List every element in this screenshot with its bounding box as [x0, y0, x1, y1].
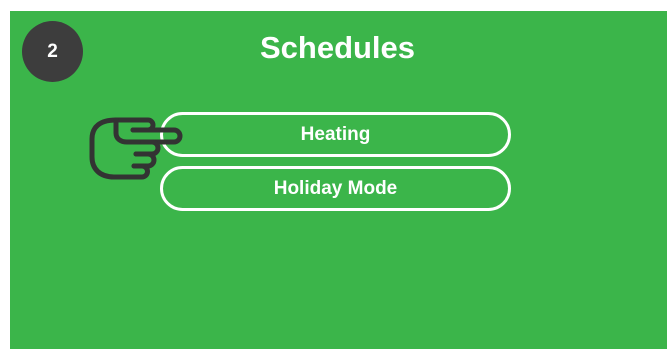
pointing-hand-icon [89, 117, 183, 180]
heating-button[interactable]: Heating [160, 112, 511, 157]
holiday-mode-button[interactable]: Holiday Mode [160, 166, 511, 211]
heating-button-label: Heating [300, 123, 371, 145]
holiday-mode-button-label: Holiday Mode [273, 177, 398, 199]
page-title: Schedules [259, 30, 416, 65]
step-number-badge: 2 [22, 21, 83, 82]
step-number: 2 [47, 40, 58, 62]
